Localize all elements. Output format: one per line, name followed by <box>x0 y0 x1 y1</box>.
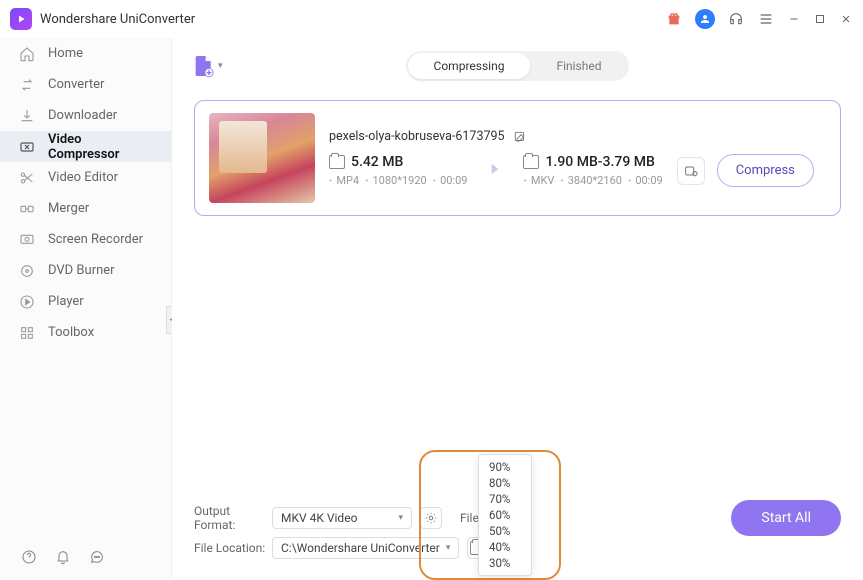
target-size: 1.90 MB-3.79 MB <box>545 154 654 170</box>
file-size-dropdown[interactable]: 90% 80% 70% 60% 50% 40% 30% <box>478 454 532 576</box>
rename-icon[interactable] <box>513 130 527 144</box>
sidebar-item-label: Converter <box>48 77 104 92</box>
converter-icon <box>18 76 36 94</box>
sidebar-item-label: Toolbox <box>48 325 94 340</box>
menu-icon[interactable] <box>757 10 775 28</box>
source-size: 5.42 MB <box>351 154 403 170</box>
tab-compressing[interactable]: Compressing <box>408 53 531 79</box>
app-title: Wondershare UniConverter <box>40 12 195 27</box>
add-file-button[interactable]: ▾ <box>194 54 223 78</box>
sidebar-item-home[interactable]: Home <box>0 38 171 69</box>
size-option[interactable]: 50% <box>479 523 531 539</box>
maximize-button[interactable] <box>813 12 827 26</box>
add-file-icon <box>194 54 214 78</box>
play-icon <box>18 293 36 311</box>
sidebar-item-label: Home <box>48 46 83 61</box>
sidebar-item-video-compressor[interactable]: Video Compressor <box>0 131 171 162</box>
sidebar-item-video-editor[interactable]: Video Editor <box>0 162 171 193</box>
size-option[interactable]: 30% <box>479 555 531 571</box>
folder-icon <box>329 155 345 169</box>
close-button[interactable] <box>839 12 853 26</box>
download-icon <box>18 107 36 125</box>
grid-icon <box>18 324 36 342</box>
sidebar-item-dvd-burner[interactable]: DVD Burner <box>0 255 171 286</box>
file-location-label: File Location: <box>194 541 272 555</box>
sidebar-item-label: Video Editor <box>48 170 118 185</box>
sidebar-item-label: Downloader <box>48 108 117 123</box>
sidebar-item-screen-recorder[interactable]: Screen Recorder <box>0 224 171 255</box>
arrow-right-icon <box>485 159 505 183</box>
size-option[interactable]: 80% <box>479 475 531 491</box>
source-specs: 5.42 MB MP4 1080*1920 00:09 <box>329 154 467 187</box>
folder-icon <box>523 155 539 169</box>
file-location-select[interactable]: C:\Wondershare UniConverter ▾ <box>272 537 459 559</box>
size-option[interactable]: 90% <box>479 459 531 475</box>
target-format: MKV <box>523 174 554 187</box>
source-duration: 00:09 <box>433 174 468 187</box>
settings-button[interactable] <box>677 157 705 185</box>
bell-icon[interactable] <box>54 548 72 566</box>
sidebar-item-label: Screen Recorder <box>48 232 143 247</box>
compress-icon <box>18 138 36 156</box>
source-format: MP4 <box>329 174 359 187</box>
output-format-select[interactable]: MKV 4K Video ▾ <box>272 507 412 529</box>
feedback-icon[interactable] <box>88 548 106 566</box>
size-option[interactable]: 40% <box>479 539 531 555</box>
output-format-value: MKV 4K Video <box>281 511 357 525</box>
merge-icon <box>18 200 36 218</box>
chevron-down-icon: ▾ <box>446 543 451 553</box>
support-icon[interactable] <box>727 10 745 28</box>
tab-finished[interactable]: Finished <box>530 53 627 79</box>
sidebar-item-converter[interactable]: Converter <box>0 69 171 100</box>
sidebar-item-player[interactable]: Player <box>0 286 171 317</box>
target-specs: 1.90 MB-3.79 MB MKV 3840*2160 00:09 <box>523 154 662 187</box>
minimize-button[interactable] <box>787 12 801 26</box>
size-option[interactable]: 70% <box>479 491 531 507</box>
sidebar: Home Converter Downloader Video Compress… <box>0 38 172 578</box>
start-all-button[interactable]: Start All <box>731 500 841 536</box>
file-name: pexels-olya-kobruseva-6173795 <box>329 129 505 144</box>
file-item-card: pexels-olya-kobruseva-6173795 5.42 MB MP… <box>194 100 841 216</box>
tab-switcher: Compressing Finished <box>406 51 630 81</box>
sidebar-item-downloader[interactable]: Downloader <box>0 100 171 131</box>
output-format-label: Output Format: <box>194 504 272 532</box>
format-settings-button[interactable] <box>420 507 442 529</box>
sidebar-item-label: Merger <box>48 201 89 216</box>
scissors-icon <box>18 169 36 187</box>
target-duration: 00:09 <box>628 174 663 187</box>
help-icon[interactable] <box>20 548 38 566</box>
source-resolution: 1080*1920 <box>365 174 427 187</box>
sidebar-item-merger[interactable]: Merger <box>0 193 171 224</box>
video-thumbnail[interactable] <box>209 113 315 203</box>
disc-icon <box>18 262 36 280</box>
sidebar-item-label: Video Compressor <box>48 132 153 162</box>
size-option[interactable]: 60% <box>479 507 531 523</box>
sidebar-item-toolbox[interactable]: Toolbox <box>0 317 171 348</box>
sidebar-item-label: Player <box>48 294 84 309</box>
home-icon <box>18 45 36 63</box>
target-resolution: 3840*2160 <box>560 174 622 187</box>
chevron-down-icon: ▾ <box>398 513 403 523</box>
gift-icon[interactable] <box>665 10 683 28</box>
app-logo <box>10 8 32 30</box>
file-location-value: C:\Wondershare UniConverter <box>281 541 440 555</box>
chevron-down-icon: ▾ <box>218 61 223 71</box>
compress-button[interactable]: Compress <box>717 154 814 187</box>
user-avatar[interactable] <box>695 9 715 29</box>
sidebar-item-label: DVD Burner <box>48 263 115 278</box>
record-icon <box>18 231 36 249</box>
content-area: ▾ Compressing Finished pexels-olya-kobru… <box>172 38 863 578</box>
